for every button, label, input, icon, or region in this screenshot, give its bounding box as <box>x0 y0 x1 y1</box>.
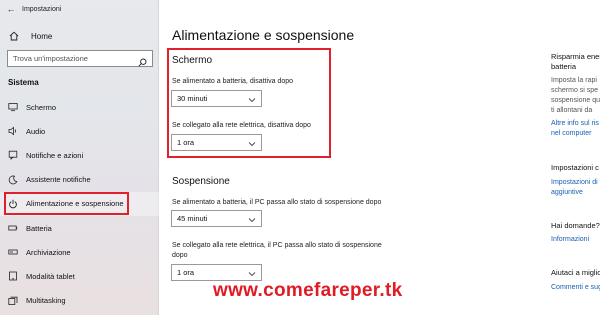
home-icon <box>9 31 19 41</box>
dropdown-value: 1 ora <box>177 268 195 277</box>
save-energy-text-line: Imposta la rapi <box>551 77 597 84</box>
sidebar-item-assistente-notifiche[interactable]: Assistente notifiche <box>0 168 159 192</box>
save-energy-text-line: sospensione qu <box>551 97 600 104</box>
screen-plugged-dropdown[interactable]: 1 ora <box>171 134 262 151</box>
page-title: Alimentazione e sospensione <box>172 27 355 43</box>
save-energy-title-line2: batteria <box>551 62 577 71</box>
screen-battery-label: Se alimentato a batteria, disattiva dopo <box>172 78 294 85</box>
window-titlebar: ← Impostazioni <box>0 0 159 18</box>
chevron-down-icon <box>248 96 256 102</box>
dropdown-value: 45 minuti <box>177 214 208 223</box>
sidebar-item-notifiche[interactable]: Notifiche e azioni <box>0 143 159 167</box>
feedback-title: Aiutaci a miglio <box>551 268 600 277</box>
additional-power-settings-link-line1[interactable]: Impostazioni di <box>551 178 598 188</box>
search-input[interactable]: Trova un'impostazione <box>7 50 153 67</box>
section-label-system: Sistema <box>8 78 39 87</box>
sidebar-item-audio[interactable]: Audio <box>0 119 159 143</box>
chevron-down-icon <box>248 140 256 146</box>
screen-battery-dropdown[interactable]: 30 minuti <box>171 90 262 107</box>
help-info-link[interactable]: Informazioni <box>551 235 589 245</box>
sidebar-item-label: Multitasking <box>26 296 66 306</box>
sleep-plugged-label-line2: dopo <box>172 252 188 259</box>
sidebar-item-label: Assistente notifiche <box>26 175 91 185</box>
sleep-battery-dropdown[interactable]: 45 minuti <box>171 210 262 227</box>
chevron-down-icon <box>248 216 256 222</box>
speaker-icon <box>8 126 18 136</box>
window-title: Impostazioni <box>22 5 62 13</box>
watermark-text: www.comefareper.tk <box>213 280 403 301</box>
notification-icon <box>8 150 18 161</box>
battery-icon <box>8 223 18 233</box>
screen-plugged-label: Se collegato alla rete elettrica, disatt… <box>172 122 311 129</box>
sidebar-item-label: Modalità tablet <box>26 271 75 281</box>
back-arrow-icon[interactable]: ← <box>0 4 22 14</box>
questions-title: Hai domande? <box>551 221 600 230</box>
sidebar-item-label: Notifiche e azioni <box>26 150 84 160</box>
sidebar-item-batteria[interactable]: Batteria <box>0 216 159 240</box>
chevron-down-icon <box>248 270 256 276</box>
dropdown-value: 30 minuti <box>177 94 208 103</box>
sidebar: ← Impostazioni Home Trova un'impostazion… <box>0 0 159 315</box>
save-energy-link-line2[interactable]: nel computer <box>551 129 591 139</box>
sidebar-item-label: Audio <box>26 126 46 136</box>
storage-icon <box>8 247 18 257</box>
sidebar-item-label: Schermo <box>26 102 57 112</box>
screen-section-title: Schermo <box>172 55 213 66</box>
sidebar-item-label: Archiviazione <box>26 247 71 257</box>
save-energy-text-line: ti allontani da <box>551 107 593 114</box>
dropdown-value: 1 ora <box>177 138 195 147</box>
sleep-plugged-label-line1: Se collegato alla rete elettrica, il PC … <box>172 242 382 249</box>
moon-icon <box>8 175 18 185</box>
search-icon[interactable] <box>138 54 147 67</box>
sidebar-item-multitasking[interactable]: Multitasking <box>0 289 159 313</box>
save-energy-text-line: schermo si spe <box>551 87 599 94</box>
save-energy-link-line1[interactable]: Altre info sul ris <box>551 119 599 129</box>
related-settings-title: Impostazioni c <box>551 163 599 172</box>
selected-item-highlight <box>4 192 129 215</box>
multitasking-icon <box>8 296 18 306</box>
sidebar-item-modalita-tablet[interactable]: Modalità tablet <box>0 264 159 288</box>
feedback-link[interactable]: Commenti e sug <box>551 283 600 293</box>
sidebar-item-archiviazione[interactable]: Archiviazione <box>0 240 159 264</box>
tablet-icon <box>8 271 18 281</box>
sidebar-item-schermo[interactable]: Schermo <box>0 95 159 119</box>
sleep-plugged-dropdown[interactable]: 1 ora <box>171 264 262 281</box>
sleep-battery-label: Se alimentato a batteria, il PC passa al… <box>172 199 382 206</box>
search-placeholder: Trova un'impostazione <box>13 54 88 63</box>
sidebar-item-label: Home <box>31 31 53 41</box>
sidebar-item-home[interactable]: Home <box>0 27 159 45</box>
save-energy-title-line1: Risparmia ener <box>551 52 600 61</box>
additional-power-settings-link-line2[interactable]: aggiuntive <box>551 188 583 198</box>
sleep-section-title: Sospensione <box>172 176 230 187</box>
monitor-icon <box>8 102 18 112</box>
sidebar-item-label: Batteria <box>26 223 52 233</box>
